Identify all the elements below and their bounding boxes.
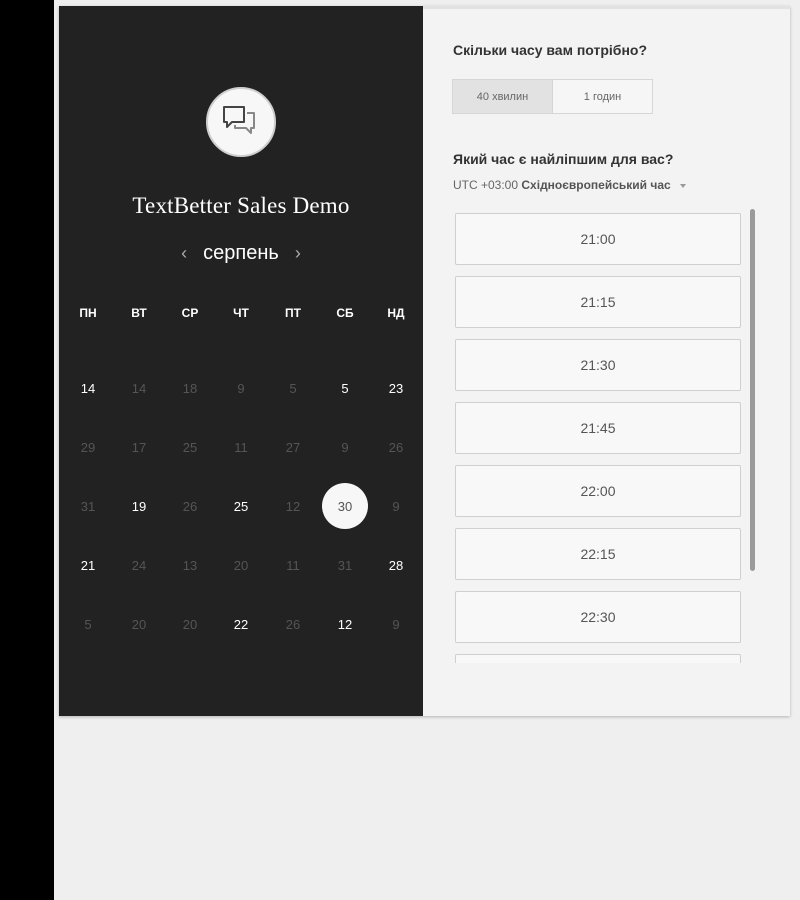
calendar-day[interactable]: 21 — [68, 545, 108, 585]
time-slot-list: 21:00 21:15 21:30 21:45 22:00 22:15 22:30 — [452, 213, 742, 663]
avatar — [206, 87, 276, 157]
chat-bubbles-icon — [223, 106, 255, 134]
weekday-label: НД — [387, 306, 405, 320]
calendar-day[interactable]: 12 — [325, 604, 365, 644]
calendar-day: 5 — [289, 380, 297, 396]
time-slot[interactable]: 22:30 — [455, 591, 741, 643]
duration-option-1hour[interactable]: 1 годин — [553, 80, 652, 113]
calendar-day: 26 — [182, 498, 198, 514]
time-slot[interactable] — [455, 654, 741, 663]
calendar-day: 29 — [80, 439, 96, 455]
time-slot[interactable]: 21:45 — [455, 402, 741, 454]
weekday-label: ЧТ — [233, 306, 249, 320]
weekday-label: СР — [181, 306, 199, 320]
duration-question: Скільки часу вам потрібно? — [453, 42, 648, 58]
timezone-name: Східноєвропейський час — [521, 178, 671, 192]
calendar-day: 14 — [131, 380, 147, 396]
duration-option-40min[interactable]: 40 хвилин — [453, 80, 553, 113]
duration-selector: 40 хвилин 1 годин — [452, 79, 653, 114]
scrollbar[interactable] — [750, 209, 755, 571]
calendar-day: 5 — [84, 616, 92, 632]
calendar-day: 26 — [388, 439, 404, 455]
calendar-panel: TextBetter Sales Demo ‹ серпень › ПН ВТ СР… — [59, 6, 423, 716]
calendar-day: 31 — [80, 498, 96, 514]
calendar-day: 18 — [182, 380, 198, 396]
calendar-day: 11 — [234, 439, 248, 455]
weekday-label: ПН — [79, 306, 97, 320]
calendar-day: 25 — [182, 439, 198, 455]
timezone-offset: UTC +03:00 — [453, 178, 519, 192]
calendar-day[interactable]: 19 — [119, 486, 159, 526]
time-slot[interactable]: 22:00 — [455, 465, 741, 517]
calendar-day: 20 — [233, 557, 249, 573]
timezone-dropdown[interactable]: UTC +03:00 Східноєвропейський час — [453, 178, 687, 192]
weekday-label: СБ — [336, 306, 354, 320]
calendar-day[interactable]: 23 — [376, 368, 416, 408]
selected-day[interactable]: 30 — [322, 483, 368, 529]
calendar-day: 20 — [131, 616, 147, 632]
chevron-right-icon[interactable]: › — [285, 243, 311, 264]
calendar-day[interactable]: 22 — [221, 604, 261, 644]
calendar-day: 11 — [286, 557, 300, 573]
calendar-day[interactable]: 5 — [325, 368, 365, 408]
weekday-label: ВТ — [131, 306, 147, 320]
time-slot[interactable]: 21:00 — [455, 213, 741, 265]
calendar-day: 24 — [131, 557, 147, 573]
calendar-day: 9 — [392, 498, 400, 514]
calendar-day: 13 — [182, 557, 198, 573]
time-slot[interactable]: 21:30 — [455, 339, 741, 391]
calendar-day: 20 — [182, 616, 198, 632]
scheduler-card: TextBetter Sales Demo ‹ серпень › ПН ВТ СР… — [59, 6, 790, 716]
calendar-day[interactable]: 14 — [68, 368, 108, 408]
calendar-day: 9 — [237, 380, 245, 396]
calendar-day: 9 — [341, 439, 349, 455]
time-question: Який час є найліпшим для вас? — [453, 151, 674, 167]
time-slot[interactable]: 21:15 — [455, 276, 741, 328]
month-navigation: ‹ серпень › — [59, 242, 423, 265]
calendar-day: 26 — [285, 616, 301, 632]
calendar-day[interactable]: 28 — [376, 545, 416, 585]
calendar-day[interactable]: 25 — [221, 486, 261, 526]
event-title: TextBetter Sales Demo — [132, 193, 350, 218]
calendar-day: 27 — [285, 439, 301, 455]
weekday-label: ПТ — [285, 306, 301, 320]
calendar-day: 9 — [392, 616, 400, 632]
calendar-day: 31 — [337, 557, 353, 573]
caret-down-icon — [680, 183, 687, 188]
chevron-left-icon[interactable]: ‹ — [171, 243, 197, 264]
time-slot[interactable]: 22:15 — [455, 528, 741, 580]
calendar-day: 12 — [285, 498, 301, 514]
month-label: серпень — [203, 242, 279, 264]
booking-panel: Скільки часу вам потрібно? 40 хвилин 1 г… — [423, 6, 790, 716]
page: TextBetter Sales Demo ‹ серпень › ПН ВТ СР… — [54, 0, 800, 900]
calendar-day: 17 — [131, 439, 147, 455]
